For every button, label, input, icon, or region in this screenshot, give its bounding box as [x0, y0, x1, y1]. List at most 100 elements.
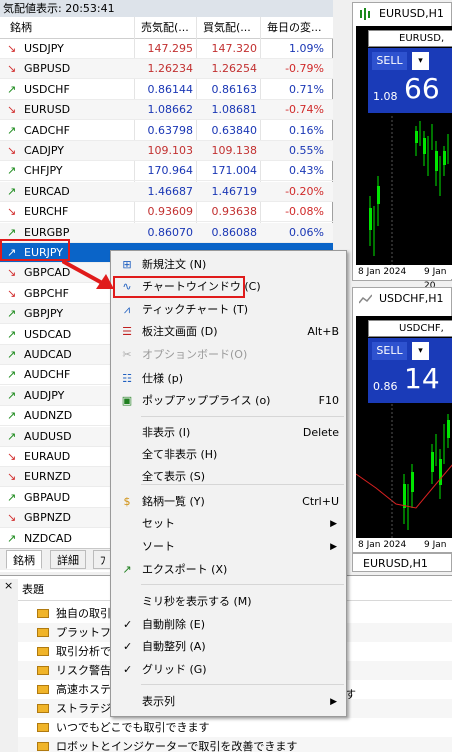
- sell-button[interactable]: SELL: [372, 52, 407, 70]
- chart-title: EURUSD,H1: [379, 7, 444, 20]
- menu-item[interactable]: 全て非表示 (H): [112, 444, 345, 466]
- export-icon: ↗: [122, 563, 132, 576]
- popup-prices-icon: ▣: [121, 394, 133, 407]
- menu-separator: [141, 416, 344, 417]
- menu-item[interactable]: ソート ▶: [112, 536, 345, 558]
- tab-details[interactable]: 詳細: [50, 550, 86, 569]
- news-item[interactable]: いつでもどこでも取引できます: [18, 718, 452, 737]
- symbol-row-eurchf[interactable]: ↘ EURCHF 0.93609 0.93638 -0.08%: [0, 202, 333, 223]
- menu-item[interactable]: 非表示 (I) Delete: [112, 422, 345, 444]
- close-icon[interactable]: ×: [4, 579, 13, 592]
- bid-price: 0.86070: [147, 225, 194, 239]
- menu-item[interactable]: ミリ秒を表示する (M): [112, 591, 345, 613]
- menu-item-label: 板注文画面 (D): [142, 325, 218, 338]
- symbol-name: EURNZD: [24, 470, 71, 484]
- symbol-row-gbpusd[interactable]: ↘ GBPUSD 1.26234 1.26254 -0.79%: [0, 59, 333, 80]
- menu-item[interactable]: ✓ グリッド (G): [112, 659, 345, 681]
- menu-item[interactable]: ⊞ 新規注文 (N): [112, 254, 345, 276]
- chart-window-eurusd[interactable]: EURUSD,H1 EURUSD, SELL ▾ 1.08 66 8 Jan 2…: [352, 2, 452, 291]
- menu-separator: [141, 584, 344, 585]
- chart-canvas[interactable]: EURUSD, SELL ▾ 1.08 66: [356, 26, 452, 265]
- chart-time-axis: 8 Jan 2024 9 Jan 20: [356, 538, 452, 564]
- menu-item[interactable]: セット ▶: [112, 513, 345, 535]
- menu-item-label: 全て非表示 (H): [142, 448, 218, 461]
- ask-price: 109.138: [211, 144, 258, 157]
- symbol-row-chfjpy[interactable]: ↗ CHFJPY 170.964 171.004 0.43%: [0, 161, 333, 182]
- chart-tab-eurusd[interactable]: EURUSD,H1: [352, 553, 452, 572]
- volume-dropdown-icon[interactable]: ▾: [412, 52, 429, 70]
- terminal-window: 気配値表示: 20:53:41 銘柄 売気配(... 買気配(... 毎日の変.…: [0, 0, 452, 752]
- symbol-row-eurusd[interactable]: ↘ EURUSD 1.08662 1.08681 -0.74%: [0, 100, 333, 121]
- header-symbol[interactable]: 銘柄: [10, 17, 32, 39]
- chart-canvas[interactable]: USDCHF, SELL ▾ 0.86 14: [356, 316, 452, 538]
- symbol-row-usdchf[interactable]: ↗ USDCHF 0.86144 0.86163 0.71%: [0, 80, 333, 100]
- header-ask[interactable]: 買気配(...: [203, 17, 251, 39]
- menu-item-label: ポップアッププライス (o): [142, 394, 271, 407]
- menu-item[interactable]: 表示列 ▶: [112, 691, 345, 713]
- symbol-name: AUDCHF: [24, 368, 71, 382]
- menu-item[interactable]: ⩘ ティックチャート (T): [112, 299, 345, 321]
- menu-item[interactable]: ✓ 自動削除 (E): [112, 614, 345, 636]
- envelope-icon: [37, 685, 49, 694]
- market-watch-title: 気配値表示: 20:53:41: [0, 0, 333, 17]
- trend-down-arrow-icon: ↘: [7, 450, 17, 463]
- menu-item-label: オプションボード(O): [142, 348, 248, 361]
- submenu-arrow-icon: ▶: [330, 519, 337, 529]
- symbol-name: USDCAD: [24, 327, 72, 341]
- menu-item[interactable]: $ 銘柄一覧 (Y) Ctrl+U: [112, 491, 345, 513]
- tab-symbols[interactable]: 銘柄: [6, 550, 42, 569]
- one-click-trading-panel: SELL ▾ 0.86 14: [368, 338, 452, 403]
- bid-price: 1.08662: [147, 103, 194, 117]
- header-bid[interactable]: 売気配(...: [141, 17, 189, 39]
- trend-down-arrow-icon: ↘: [7, 470, 17, 484]
- menu-item[interactable]: ☰ 板注文画面 (D) Alt+B: [112, 321, 345, 343]
- bid-price: 0.63798: [147, 123, 194, 137]
- menu-item-label: エクスポート (X): [142, 563, 228, 576]
- header-change[interactable]: 毎日の変...: [267, 17, 322, 39]
- menu-item[interactable]: 全て表示 (S): [112, 466, 345, 488]
- specification-icon: ☷: [122, 372, 132, 385]
- price-prefix: 1.08: [373, 90, 398, 103]
- symbol-name: EURUSD: [24, 103, 71, 117]
- volume-dropdown-icon[interactable]: ▾: [412, 342, 429, 360]
- symbol-row-cadchf[interactable]: ↗ CADCHF 0.63798 0.63840 0.16%: [0, 121, 333, 141]
- menu-item[interactable]: ✓ 自動整列 (A): [112, 636, 345, 658]
- chart-time-axis: 8 Jan 2024 9 Jan 20: [356, 265, 452, 291]
- symbol-name: CADCHF: [24, 123, 70, 137]
- chart-inner-titlebar: EURUSD,: [368, 30, 452, 47]
- news-title: 独自の取引: [56, 607, 111, 620]
- trend-down-arrow-icon: ↘: [7, 144, 17, 157]
- bid-price: 1.46687: [147, 184, 194, 198]
- menu-item-label: ソート: [142, 540, 175, 553]
- submenu-arrow-icon: ▶: [330, 697, 337, 707]
- menu-item[interactable]: ↗ エクスポート (X): [112, 559, 345, 581]
- context-menu: ⊞ 新規注文 (N) ∿ チャートウインドウ (C) ⩘ ティックチャート (T) ☰ 板注文…: [110, 250, 347, 717]
- chart-title-bar[interactable]: EURUSD,H1: [353, 3, 451, 25]
- news-item[interactable]: ロボットとインジケーターで取引を改善できます: [18, 737, 452, 752]
- symbol-row-eurcad[interactable]: ↗ EURCAD 1.46687 1.46719 -0.20%: [0, 181, 333, 202]
- symbol-name: EURCHF: [24, 205, 69, 219]
- trend-up-arrow-icon: ↗: [7, 409, 17, 423]
- menu-item-label: ミリ秒を表示する (M): [142, 595, 252, 608]
- bid-price: 0.86144: [147, 82, 194, 96]
- symbol-name: USDJPY: [24, 42, 64, 55]
- trend-down-arrow-icon: ↘: [7, 42, 17, 55]
- symbol-row-usdjpy[interactable]: ↘ USDJPY 147.295 147.320 1.09%: [0, 39, 333, 59]
- time-label: 8 Jan 2024: [358, 540, 407, 550]
- symbol-name: GBPAUD: [24, 490, 71, 504]
- candlestick-plot: [356, 404, 452, 538]
- menu-item[interactable]: ☷ 仕様 (p): [112, 368, 345, 390]
- trend-up-arrow-icon: ↗: [7, 184, 17, 198]
- trend-down-arrow-icon: ↘: [7, 266, 17, 280]
- menu-item[interactable]: ▣ ポップアッププライス (o) F10: [112, 390, 345, 412]
- symbol-row-cadjpy[interactable]: ↘ CADJPY 109.103 109.138 0.55%: [0, 141, 333, 161]
- chart-title-bar[interactable]: USDCHF,H1: [353, 288, 451, 310]
- price-pips: 14: [404, 362, 440, 395]
- one-click-trading-panel: SELL ▾ 1.08 66: [368, 48, 452, 113]
- chart-window-icon: [359, 294, 372, 304]
- chart-window-usdchf[interactable]: USDCHF,H1 USDCHF, SELL ▾ 0.86 14 8 Jan 2…: [352, 287, 452, 564]
- symbol-name: AUDNZD: [24, 409, 73, 423]
- symbol-name: EURCAD: [24, 184, 70, 198]
- sell-button[interactable]: SELL: [372, 342, 407, 360]
- trend-down-arrow-icon: ↘: [7, 103, 17, 117]
